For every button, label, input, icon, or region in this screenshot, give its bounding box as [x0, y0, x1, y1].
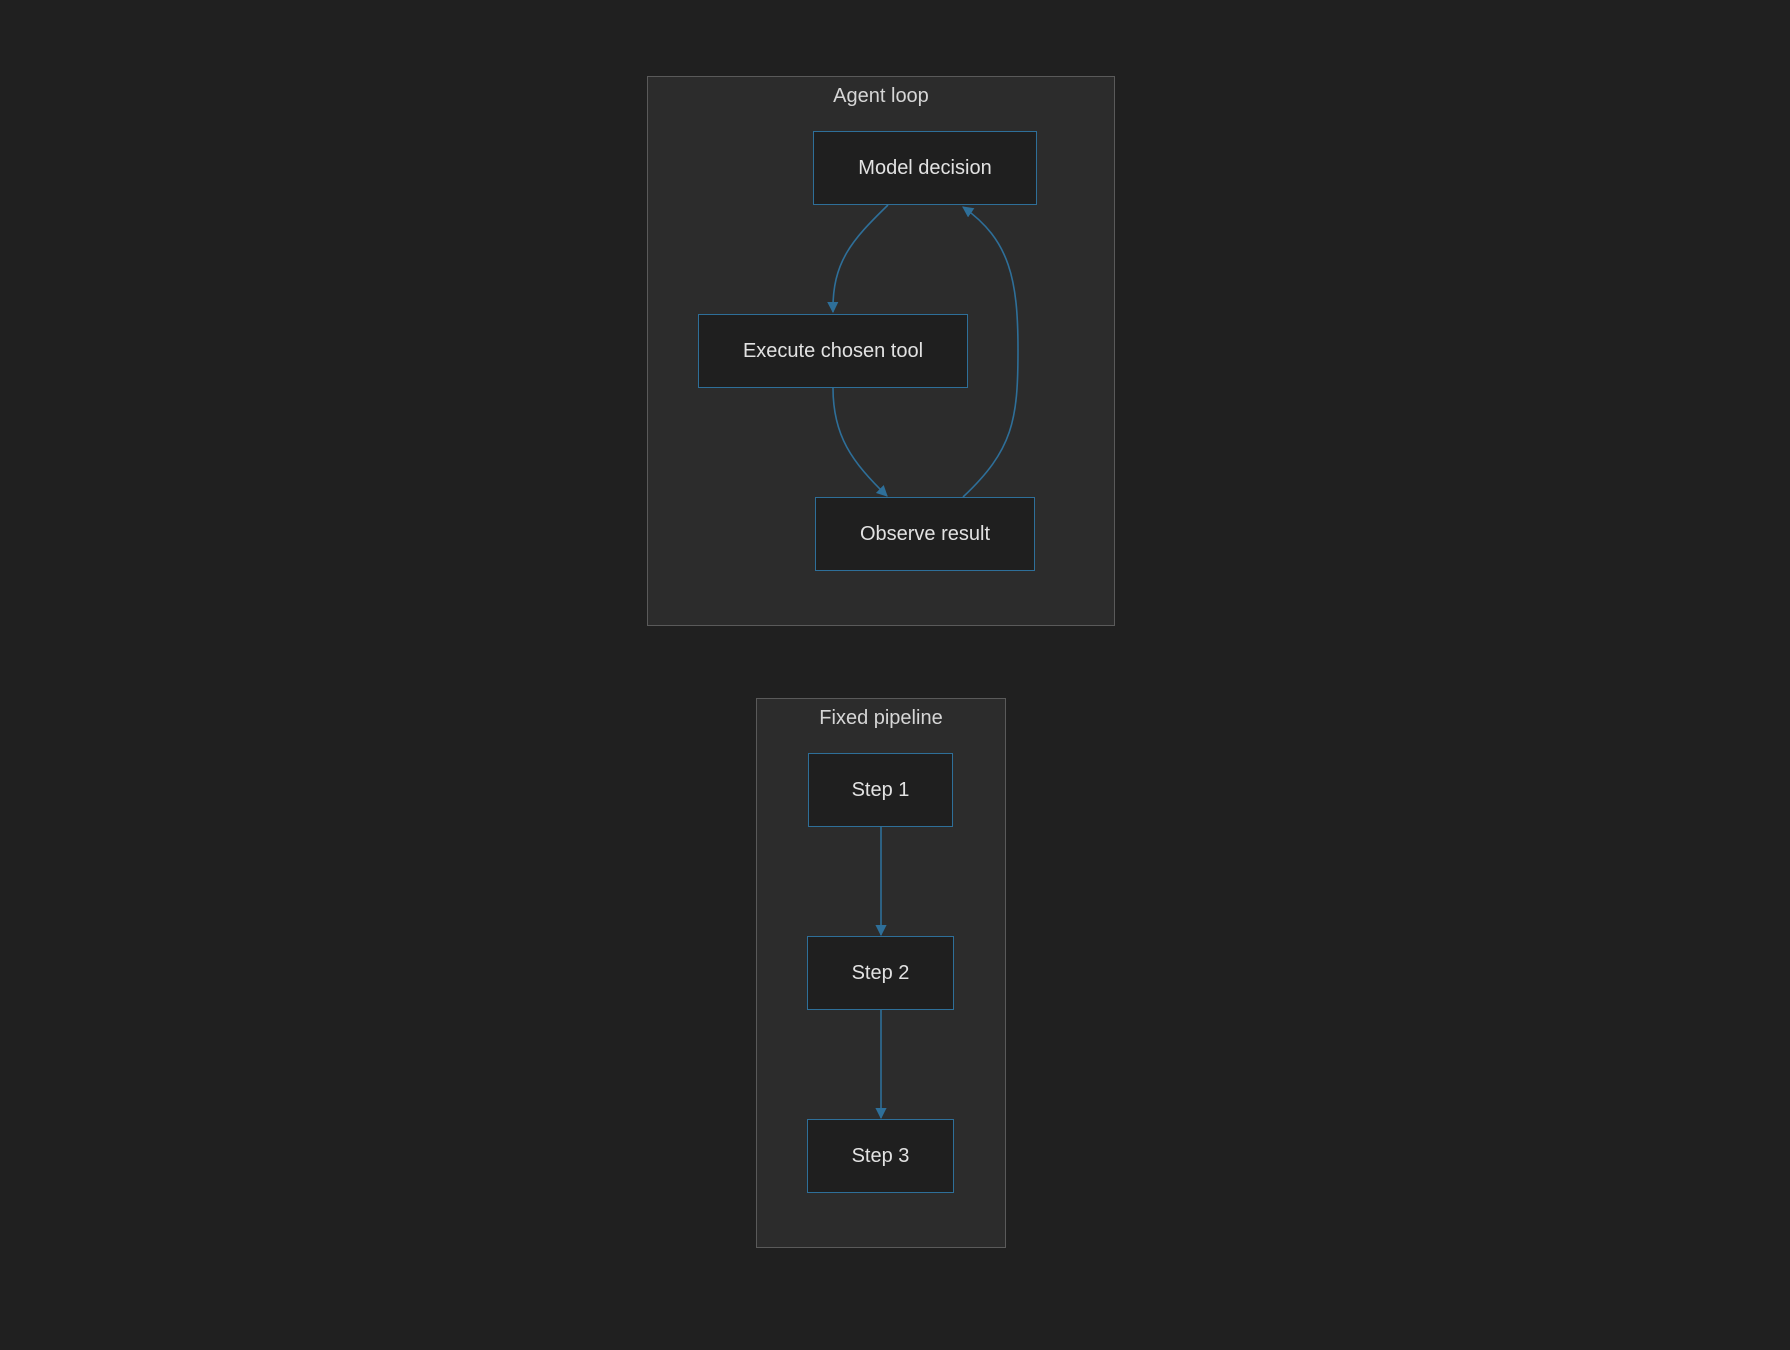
agent-loop-title: Agent loop	[833, 85, 929, 107]
node-execute-chosen-tool-label: Execute chosen tool	[742, 339, 924, 362]
diagram-canvas: Agent loop Fixed pipeline Model decision…	[0, 0, 1790, 1350]
fixed-pipeline-title: Fixed pipeline	[819, 707, 943, 729]
node-step-3-label: Step 3	[851, 1144, 910, 1167]
node-step-2: Step 2	[807, 936, 954, 1010]
node-model-decision: Model decision	[813, 131, 1037, 205]
node-model-decision-label: Model decision	[858, 156, 992, 179]
node-observe-result-label: Observe result	[859, 522, 991, 545]
node-step-1: Step 1	[808, 753, 953, 827]
node-step-3: Step 3	[807, 1119, 954, 1193]
node-observe-result: Observe result	[815, 497, 1035, 571]
node-step-1-label: Step 1	[851, 778, 910, 801]
node-step-2-label: Step 2	[851, 961, 910, 984]
node-execute-chosen-tool: Execute chosen tool	[698, 314, 968, 388]
